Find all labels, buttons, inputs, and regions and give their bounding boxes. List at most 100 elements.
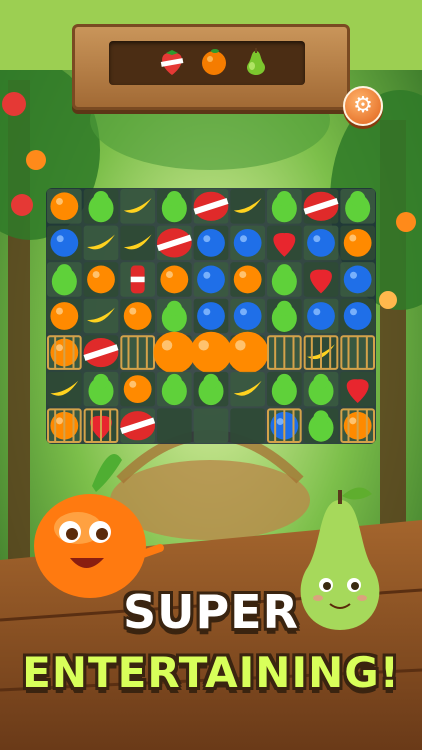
blueberry-tile <box>233 302 262 330</box>
orange-tile <box>153 331 196 374</box>
board-cell[interactable] <box>303 335 339 370</box>
board-cell[interactable] <box>193 408 229 443</box>
blueberry-tile <box>197 302 225 330</box>
blueberry-tile <box>343 265 372 294</box>
board-cell[interactable] <box>267 408 302 444</box>
board-cell[interactable] <box>267 371 302 407</box>
board-cell[interactable] <box>120 225 155 261</box>
tree-apple <box>11 194 33 216</box>
tree-orange <box>26 150 46 170</box>
board-cell[interactable] <box>157 371 192 407</box>
board-cell[interactable] <box>47 335 82 370</box>
board-cell[interactable] <box>47 225 82 261</box>
board-cell[interactable] <box>83 335 119 370</box>
board-cell[interactable] <box>340 225 375 261</box>
tagline-line-1: SUPER <box>122 585 300 639</box>
board-cell[interactable] <box>230 408 265 443</box>
blueberry-tile <box>307 302 335 330</box>
board-cell[interactable] <box>47 298 82 334</box>
tree-orange <box>396 212 416 232</box>
orange-tile <box>50 302 79 330</box>
blueberry-tile <box>50 228 79 257</box>
orange-tile <box>123 375 152 404</box>
board-cell[interactable] <box>193 298 229 334</box>
orange-tile <box>123 302 152 330</box>
board-cell[interactable] <box>230 371 265 407</box>
board-cell[interactable] <box>340 371 375 407</box>
board-cell[interactable] <box>267 262 302 297</box>
board-cell[interactable] <box>267 298 302 334</box>
board-cell[interactable] <box>47 408 82 444</box>
board-cell[interactable] <box>120 262 155 297</box>
board-cell[interactable] <box>303 371 339 407</box>
board-cell[interactable] <box>120 408 156 443</box>
board-cell[interactable] <box>340 262 375 297</box>
board-cell[interactable] <box>267 189 302 224</box>
board-cell[interactable] <box>83 408 119 444</box>
blueberry-tile <box>343 302 372 330</box>
board-cell[interactable] <box>193 189 229 224</box>
board-cell[interactable] <box>153 331 196 374</box>
board-cell[interactable] <box>83 225 119 261</box>
orange-tile <box>50 192 79 221</box>
board-cell[interactable] <box>157 298 192 334</box>
orange-tile <box>87 265 115 294</box>
gear-icon: ⚙ <box>353 93 373 118</box>
blueberry-tile <box>197 228 225 257</box>
board-cell[interactable] <box>120 189 155 224</box>
board-cell[interactable] <box>303 225 339 261</box>
orange-tile <box>226 331 269 374</box>
board-cell[interactable] <box>47 262 82 297</box>
board-cell[interactable] <box>120 371 155 407</box>
board-cell[interactable] <box>340 298 375 334</box>
board-cell[interactable] <box>340 189 375 224</box>
blueberry-tile <box>233 228 262 257</box>
board-cell[interactable] <box>83 189 119 224</box>
board-cell[interactable] <box>157 408 192 443</box>
board-cell[interactable] <box>230 298 265 334</box>
board-cell[interactable] <box>303 189 339 224</box>
board-cell[interactable] <box>193 371 229 407</box>
orange-tile <box>233 265 262 294</box>
board-cell[interactable] <box>193 225 229 261</box>
strawberry-icon <box>160 50 184 75</box>
board-cell[interactable] <box>47 189 82 224</box>
board-cell[interactable] <box>157 262 192 297</box>
board-cell[interactable] <box>193 262 229 297</box>
board-cell[interactable] <box>83 371 119 407</box>
board-cell[interactable] <box>226 331 269 374</box>
goal-slot <box>109 41 305 85</box>
board-cell[interactable] <box>190 331 232 374</box>
board-cell[interactable] <box>83 298 119 334</box>
board-cell[interactable] <box>267 335 302 370</box>
orange-tile <box>160 265 189 294</box>
goal-panel <box>72 24 350 110</box>
tree-orange <box>379 291 397 309</box>
board-cell[interactable] <box>230 225 265 261</box>
orange-icon <box>202 49 226 75</box>
board-cell[interactable] <box>156 225 192 261</box>
settings-button[interactable]: ⚙ <box>343 86 383 126</box>
board-cell[interactable] <box>230 189 265 224</box>
board-cell[interactable] <box>340 335 376 370</box>
game-board <box>46 188 376 444</box>
board-cell[interactable] <box>120 298 155 334</box>
orange-tile <box>190 331 232 374</box>
orange-tile <box>343 228 372 257</box>
tree-apple <box>2 92 26 116</box>
board-cell[interactable] <box>303 408 339 443</box>
board-cell[interactable] <box>120 335 156 370</box>
board-cell[interactable] <box>157 189 192 224</box>
board-cell[interactable] <box>303 262 339 297</box>
pear-icon <box>246 48 266 75</box>
board-cell[interactable] <box>230 262 265 297</box>
blueberry-tile <box>197 265 225 294</box>
basket <box>110 460 310 540</box>
board-cell[interactable] <box>83 262 119 297</box>
blueberry-tile <box>307 228 335 257</box>
board-cell[interactable] <box>267 225 302 261</box>
board-cell[interactable] <box>47 371 82 407</box>
tagline-line-2: ENTERTAINING! <box>22 648 400 697</box>
board-cell[interactable] <box>340 408 376 444</box>
board-cell[interactable] <box>303 298 339 334</box>
